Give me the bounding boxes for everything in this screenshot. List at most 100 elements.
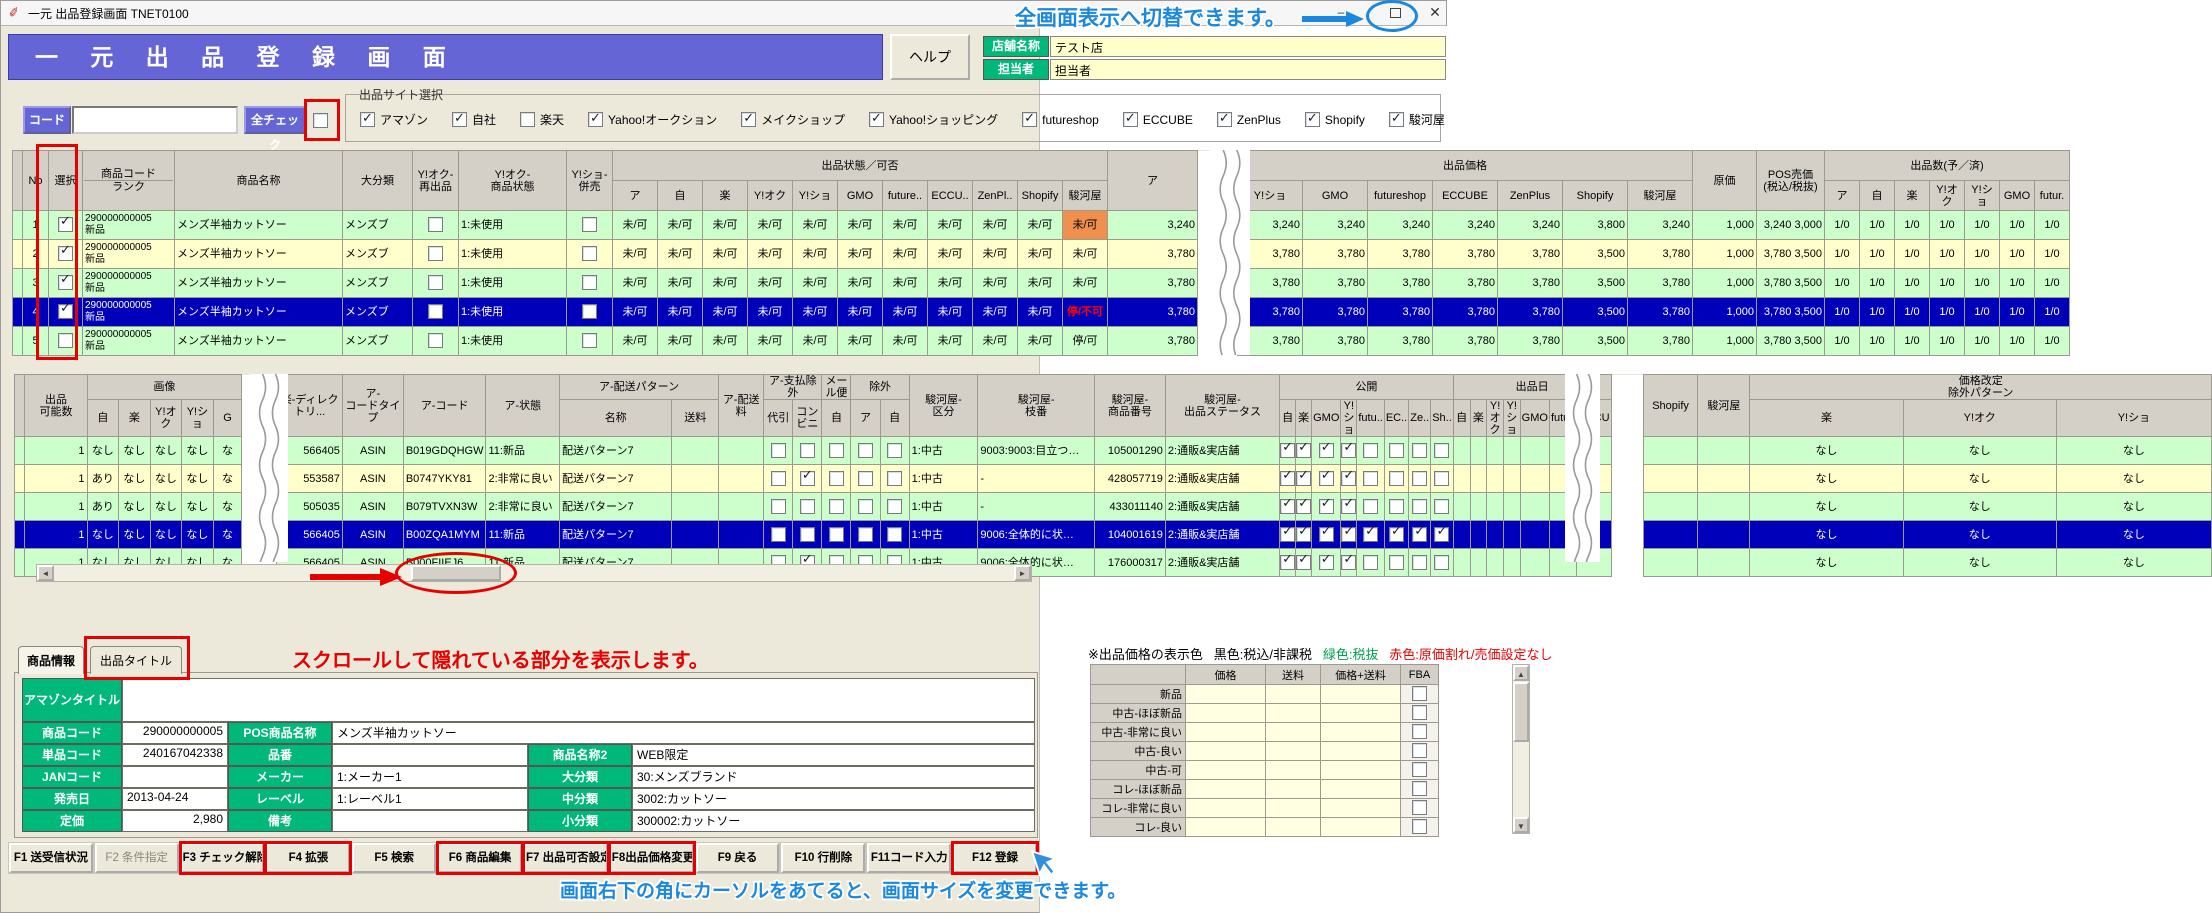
pay-exclusion-checkbox[interactable]: [800, 499, 815, 514]
public-checkbox[interactable]: [1363, 555, 1378, 570]
table-row[interactable]: 1なしなしなしなしな566405ASINB00ZQA1MYM11:新品配送パター…: [15, 521, 2212, 549]
table-row[interactable]: 1ありなしなしなしな553587ASINB0747YKY812:非常に良い配送パ…: [15, 465, 2212, 493]
table-row[interactable]: 1ありなしなしなしな505035ASINB079TVXN3W2:非常に良い配送パ…: [15, 493, 2212, 521]
site-checkbox[interactable]: [1389, 112, 1404, 127]
mail-checkbox[interactable]: [829, 527, 844, 542]
public-checkbox[interactable]: [1363, 527, 1378, 542]
public-checkbox[interactable]: [1412, 499, 1427, 514]
public-checkbox[interactable]: [1341, 555, 1356, 570]
panel-vertical-scrollbar[interactable]: ▲ ▼: [1512, 664, 1530, 834]
public-checkbox[interactable]: [1319, 471, 1334, 486]
pay-exclusion-checkbox[interactable]: [771, 499, 786, 514]
fba-checkbox[interactable]: [1412, 762, 1427, 777]
fba-checkbox[interactable]: [1412, 819, 1427, 834]
relist-checkbox[interactable]: [428, 275, 443, 290]
pay-exclusion-checkbox[interactable]: [800, 471, 815, 486]
pay-exclusion-checkbox[interactable]: [771, 443, 786, 458]
close-button[interactable]: ✕: [1424, 4, 1446, 22]
public-checkbox[interactable]: [1319, 527, 1334, 542]
site-checkbox[interactable]: [1022, 112, 1037, 127]
all-check-checkbox[interactable]: [313, 113, 328, 128]
public-checkbox[interactable]: [1412, 471, 1427, 486]
fkey-button-6[interactable]: F6 商品編集: [438, 843, 522, 873]
row-select-checkbox[interactable]: [58, 304, 73, 319]
exclusion-checkbox[interactable]: [887, 443, 902, 458]
public-checkbox[interactable]: [1412, 443, 1427, 458]
relist-checkbox[interactable]: [428, 333, 443, 348]
exclusion-checkbox[interactable]: [858, 499, 873, 514]
public-checkbox[interactable]: [1319, 443, 1334, 458]
exclusion-checkbox[interactable]: [887, 527, 902, 542]
cosell-checkbox[interactable]: [582, 304, 597, 319]
row-select-checkbox[interactable]: [58, 246, 73, 261]
public-checkbox[interactable]: [1412, 555, 1427, 570]
public-checkbox[interactable]: [1296, 555, 1311, 570]
public-checkbox[interactable]: [1389, 527, 1404, 542]
mail-checkbox[interactable]: [829, 471, 844, 486]
fba-checkbox[interactable]: [1412, 686, 1427, 701]
tab-listing-title[interactable]: 出品タイトル: [90, 646, 182, 674]
site-checkbox[interactable]: [360, 112, 375, 127]
tab-product-info[interactable]: 商品情報: [18, 646, 84, 674]
public-checkbox[interactable]: [1341, 471, 1356, 486]
public-checkbox[interactable]: [1412, 527, 1427, 542]
public-checkbox[interactable]: [1341, 443, 1356, 458]
site-checkbox[interactable]: [452, 112, 467, 127]
row-select-checkbox[interactable]: [58, 275, 73, 290]
fkey-button-12[interactable]: F12 登録: [953, 843, 1037, 873]
public-checkbox[interactable]: [1389, 499, 1404, 514]
code-button[interactable]: コード: [23, 106, 71, 134]
exclusion-checkbox[interactable]: [858, 471, 873, 486]
public-checkbox[interactable]: [1363, 471, 1378, 486]
public-checkbox[interactable]: [1434, 499, 1449, 514]
fkey-button-4[interactable]: F4 拡張: [266, 843, 350, 873]
site-checkbox[interactable]: [869, 112, 884, 127]
help-button[interactable]: ヘルプ: [890, 34, 970, 80]
table-row[interactable]: 5290000000005新品メンズ半袖カットソーメンズブ1:未使用未/可未/可…: [13, 327, 2070, 356]
site-checkbox[interactable]: [741, 112, 756, 127]
relist-checkbox[interactable]: [428, 246, 443, 261]
public-checkbox[interactable]: [1280, 555, 1295, 570]
cosell-checkbox[interactable]: [582, 246, 597, 261]
public-checkbox[interactable]: [1434, 555, 1449, 570]
cosell-checkbox[interactable]: [582, 275, 597, 290]
scroll-right-button[interactable]: ►: [1014, 565, 1031, 581]
table-row[interactable]: 2290000000005新品メンズ半袖カットソーメンズブ1:未使用未/可未/可…: [13, 240, 2070, 269]
public-checkbox[interactable]: [1296, 443, 1311, 458]
fba-checkbox[interactable]: [1412, 705, 1427, 720]
public-checkbox[interactable]: [1319, 499, 1334, 514]
cosell-checkbox[interactable]: [582, 217, 597, 232]
public-checkbox[interactable]: [1296, 527, 1311, 542]
pay-exclusion-checkbox[interactable]: [771, 527, 786, 542]
public-checkbox[interactable]: [1389, 443, 1404, 458]
exclusion-checkbox[interactable]: [858, 527, 873, 542]
fba-checkbox[interactable]: [1412, 781, 1427, 796]
site-checkbox[interactable]: [1305, 112, 1320, 127]
public-checkbox[interactable]: [1434, 527, 1449, 542]
code-input[interactable]: [72, 106, 238, 134]
row-select-checkbox[interactable]: [58, 217, 73, 232]
public-checkbox[interactable]: [1363, 443, 1378, 458]
public-checkbox[interactable]: [1319, 555, 1334, 570]
row-select-checkbox[interactable]: [58, 333, 73, 348]
fba-checkbox[interactable]: [1412, 743, 1427, 758]
mail-checkbox[interactable]: [829, 443, 844, 458]
fba-checkbox[interactable]: [1412, 724, 1427, 739]
panel-scroll-up-button[interactable]: ▲: [1513, 665, 1529, 681]
public-checkbox[interactable]: [1280, 443, 1295, 458]
fkey-button-10[interactable]: F10 行削除: [781, 843, 865, 873]
fkey-button-1[interactable]: F1 送受信状況: [9, 843, 93, 873]
horizontal-scrollbar[interactable]: ◄ ►: [36, 564, 1032, 582]
public-checkbox[interactable]: [1296, 471, 1311, 486]
fkey-button-3[interactable]: F3 チェック解除: [181, 843, 265, 873]
site-checkbox[interactable]: [1123, 112, 1138, 127]
fkey-button-8[interactable]: F8出品価格変更: [610, 843, 694, 873]
public-checkbox[interactable]: [1280, 527, 1295, 542]
fkey-button-7[interactable]: F7 出品可否設定: [524, 843, 608, 873]
pay-exclusion-checkbox[interactable]: [771, 471, 786, 486]
public-checkbox[interactable]: [1434, 443, 1449, 458]
relist-checkbox[interactable]: [428, 304, 443, 319]
fkey-button-9[interactable]: F9 戻る: [696, 843, 780, 873]
table-row[interactable]: 1なしなしなしなしな566405ASINB019GDQHGW11:新品配送パター…: [15, 437, 2212, 465]
mail-checkbox[interactable]: [829, 499, 844, 514]
